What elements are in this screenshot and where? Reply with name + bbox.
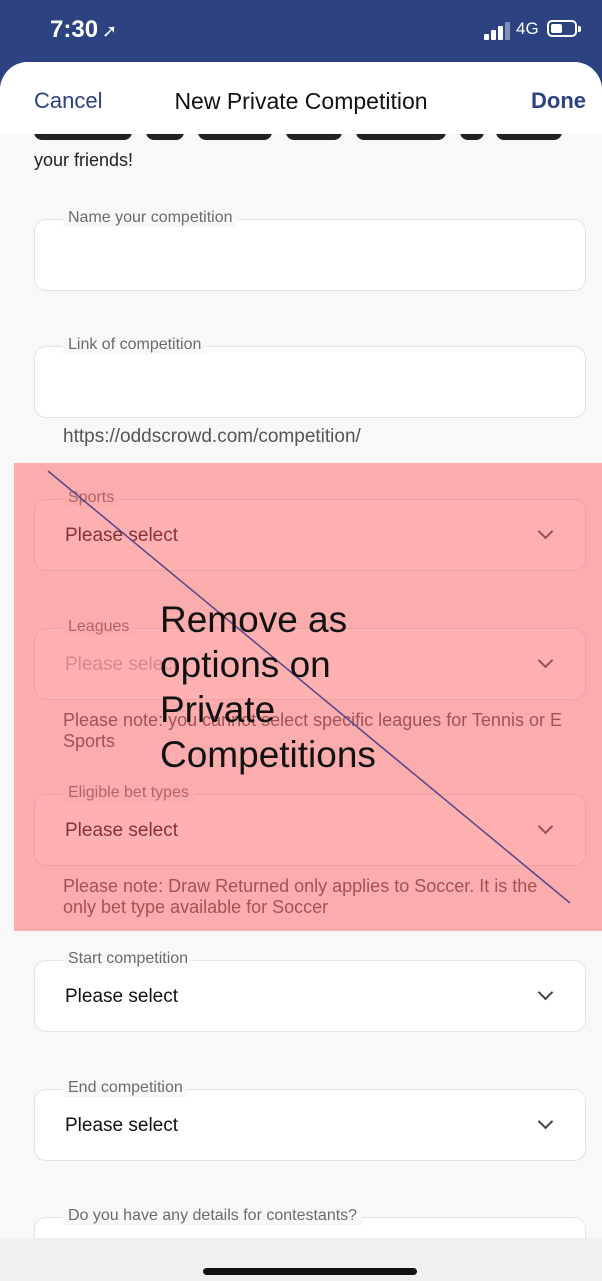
field-label: Do you have any details for contestants? xyxy=(63,1207,363,1225)
home-indicator[interactable] xyxy=(203,1268,417,1275)
field-label: Name your competition xyxy=(63,209,238,227)
end-competition-select[interactable]: End competition Please select xyxy=(34,1079,586,1161)
field-label: Link of competition xyxy=(63,336,207,354)
intro-text: your friends! xyxy=(34,150,134,170)
competition-link-field[interactable]: Link of competition xyxy=(34,336,586,418)
home-indicator-area xyxy=(0,1238,602,1281)
field-label: End competition xyxy=(63,1079,188,1097)
select-value: Please select xyxy=(65,986,179,1007)
sheet-header: New Private Competition Cancel Done xyxy=(0,62,602,134)
chevron-down-icon xyxy=(537,1113,554,1130)
modal-sheet: New Private Competition Cancel Done your… xyxy=(0,62,602,1281)
battery-icon xyxy=(547,20,581,37)
annotation-text: Remove as options on Private Competition… xyxy=(160,599,376,775)
start-competition-select[interactable]: Start competition Please select xyxy=(34,950,586,1032)
review-annotation-overlay: Remove as options on Private Competition… xyxy=(14,463,602,931)
select-value: Please select xyxy=(65,1115,179,1136)
location-arrow-icon: ➚ xyxy=(102,21,118,41)
signal-icon xyxy=(484,22,510,40)
link-prefix-helper: https://oddscrowd.com/competition/ xyxy=(63,426,361,447)
status-bar: 7:30 ➚ 4G xyxy=(0,0,602,62)
cancel-button[interactable]: Cancel xyxy=(34,88,102,114)
competition-name-field[interactable]: Name your competition xyxy=(34,209,586,291)
field-label: Start competition xyxy=(63,950,194,968)
done-button[interactable]: Done xyxy=(531,88,586,114)
chevron-down-icon xyxy=(537,984,554,1001)
network-type: 4G xyxy=(516,19,539,38)
status-time: 7:30 ➚ xyxy=(50,16,118,43)
